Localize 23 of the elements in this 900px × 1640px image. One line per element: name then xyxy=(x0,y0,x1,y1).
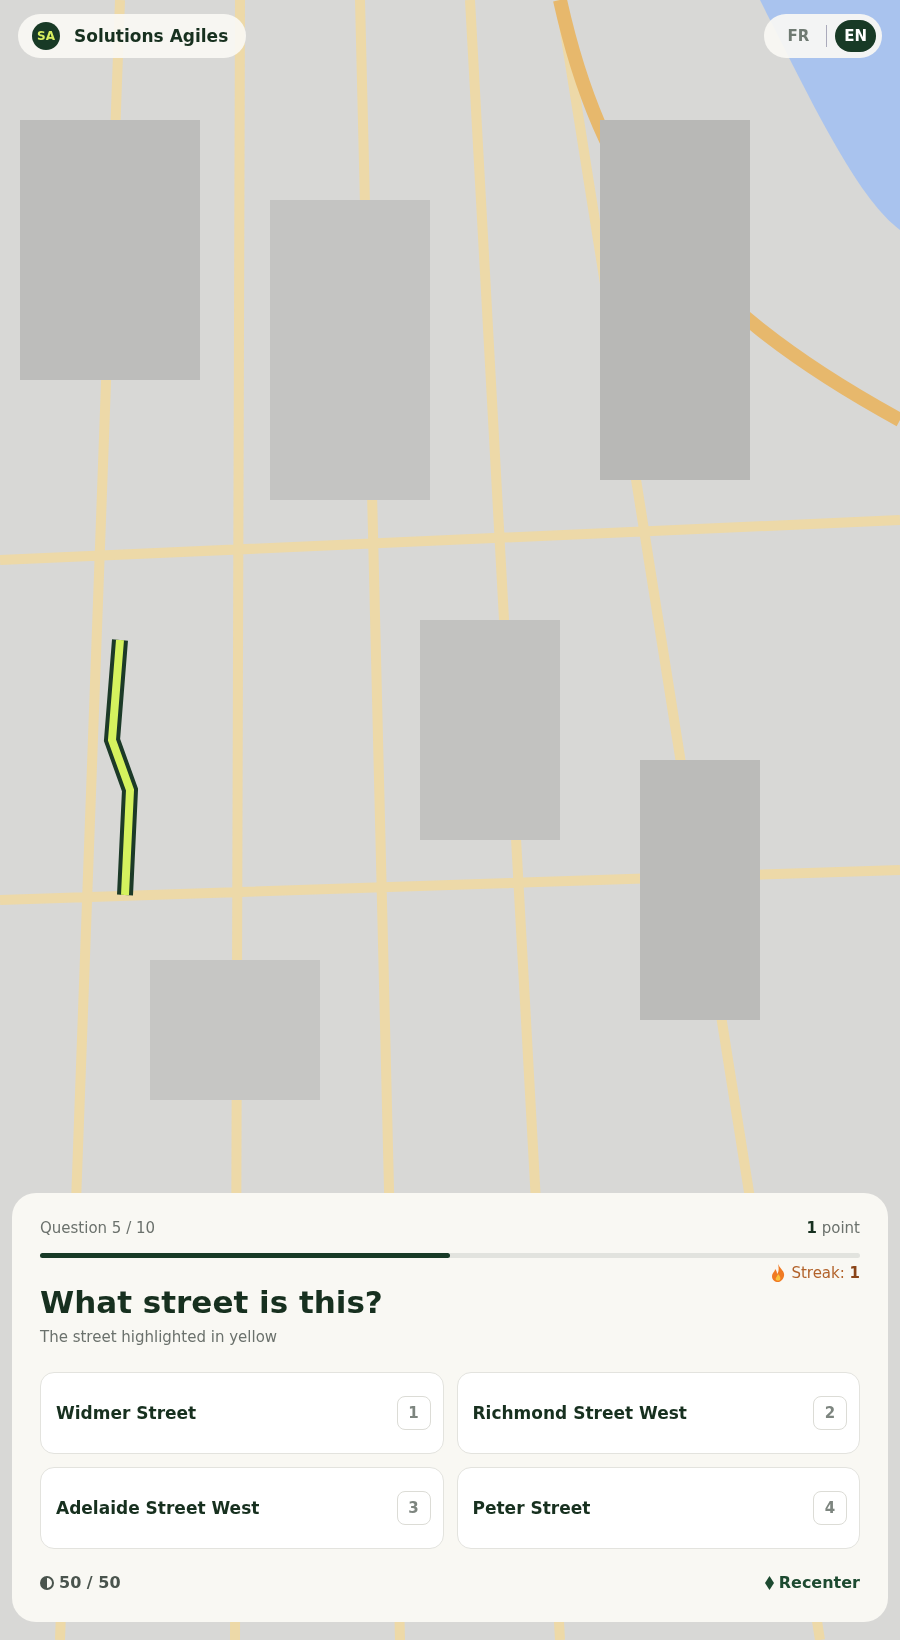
question-hint: The street highlighted in yellow xyxy=(40,1328,279,1346)
question-counter: Question 5 / 10 xyxy=(40,1219,156,1237)
logo-icon: SA xyxy=(32,22,60,50)
points-label: 1 point xyxy=(806,1219,860,1237)
brand-name: Solutions Agiles xyxy=(74,26,229,46)
question-title: What street is this? xyxy=(40,1284,384,1320)
shortcut-key: 4 xyxy=(813,1491,847,1525)
shortcut-key: 1 xyxy=(396,1396,431,1430)
language-option[interactable]: EN xyxy=(835,20,876,52)
brand-badge[interactable]: SA Solutions Agiles xyxy=(18,14,247,58)
half-circle-icon xyxy=(40,1575,54,1590)
answer-option[interactable]: Adelaide Street West 3 xyxy=(40,1467,444,1549)
diamond-icon xyxy=(764,1575,774,1590)
answer-option[interactable]: Peter Street 4 xyxy=(456,1467,860,1549)
streak-label: Streak: 1 xyxy=(791,1264,860,1282)
flame-icon xyxy=(771,1264,786,1282)
lives-counter: 50 / 50 xyxy=(59,1573,121,1592)
answer-option[interactable]: Richmond Street West 2 xyxy=(456,1372,860,1454)
shortcut-key: 3 xyxy=(396,1491,431,1525)
answer-option[interactable]: Widmer Street 1 xyxy=(40,1372,444,1454)
shortcut-key: 2 xyxy=(813,1396,847,1430)
language-option[interactable]: FR xyxy=(778,20,819,52)
recenter-button[interactable]: Recenter xyxy=(764,1573,860,1592)
